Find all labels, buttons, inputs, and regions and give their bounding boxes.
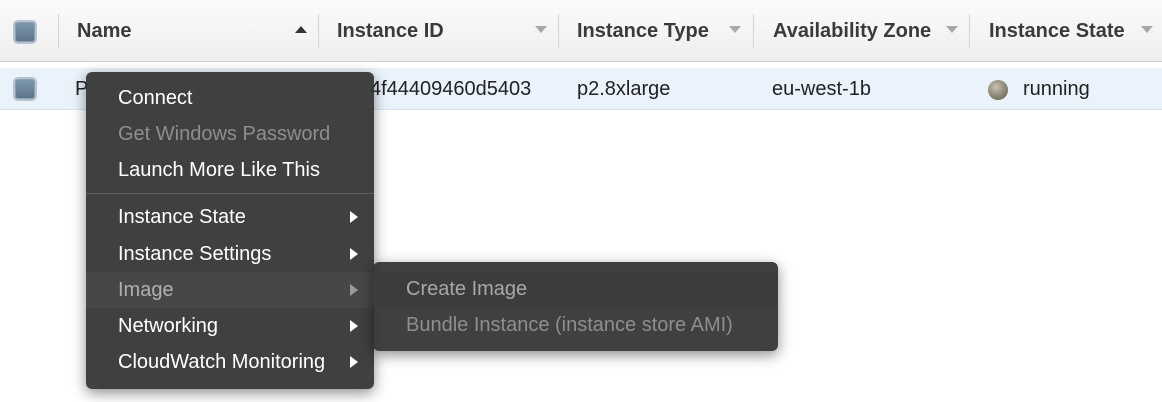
column-header-instance-state[interactable]: Instance State <box>989 0 1159 62</box>
menu-item-label: Networking <box>118 314 219 337</box>
column-resize-handle[interactable] <box>753 14 754 48</box>
menu-item-instance-state[interactable]: Instance State <box>86 199 374 235</box>
sort-menu-icon[interactable] <box>946 26 958 33</box>
menu-item-label: Connect <box>118 86 193 109</box>
cell-instance-type: p2.8xlarge <box>577 77 671 100</box>
column-header-label: Name <box>77 19 132 42</box>
sort-menu-icon[interactable] <box>729 26 741 33</box>
menu-item-label: CloudWatch Monitoring <box>118 350 326 373</box>
row-checkbox[interactable] <box>13 77 37 101</box>
submenu-arrow-icon <box>350 320 358 332</box>
submenu-item-bundle-instance[interactable]: Bundle Instance (instance store AMI) <box>373 307 778 343</box>
submenu-arrow-icon <box>350 248 358 260</box>
table-header: Name Instance ID Instance Type Availabil… <box>0 0 1162 62</box>
image-submenu: Create Image Bundle Instance (instance s… <box>373 262 778 351</box>
column-divider <box>58 14 59 48</box>
menu-item-networking[interactable]: Networking <box>86 308 374 344</box>
sort-ascending-icon[interactable] <box>295 26 307 33</box>
submenu-arrow-icon <box>350 284 358 296</box>
menu-item-instance-settings[interactable]: Instance Settings <box>86 236 374 272</box>
menu-item-launch-more-like-this[interactable]: Launch More Like This <box>86 152 374 188</box>
column-header-label: Instance Type <box>577 19 709 42</box>
menu-item-connect[interactable]: Connect <box>86 80 374 116</box>
column-header-name[interactable]: Name <box>77 0 317 62</box>
menu-item-cloudwatch-monitoring[interactable]: CloudWatch Monitoring <box>86 344 374 380</box>
submenu-arrow-icon <box>350 356 358 368</box>
context-menu: Connect Get Windows Password Launch More… <box>86 72 374 389</box>
cell-availability-zone: eu-west-1b <box>772 77 871 100</box>
sort-menu-icon[interactable] <box>1141 26 1153 33</box>
column-header-label: Instance ID <box>337 19 444 42</box>
column-resize-handle[interactable] <box>318 14 319 48</box>
select-all-checkbox[interactable] <box>13 20 37 44</box>
column-resize-handle[interactable] <box>558 14 559 48</box>
status-indicator-icon <box>988 80 1008 100</box>
menu-item-label: Get Windows Password <box>118 122 331 145</box>
column-resize-handle[interactable] <box>969 14 970 48</box>
menu-item-label: Launch More Like This <box>118 158 320 181</box>
cell-instance-id: 4f44409460d5403 <box>370 77 532 100</box>
column-header-label: Instance State <box>989 19 1125 42</box>
submenu-item-label: Bundle Instance (instance store AMI) <box>406 313 733 336</box>
menu-item-label: Instance State <box>118 205 246 228</box>
submenu-item-label: Create Image <box>406 277 528 300</box>
menu-item-label: Image <box>118 278 174 301</box>
submenu-arrow-icon <box>350 211 358 223</box>
menu-divider <box>86 193 374 194</box>
column-header-instance-id[interactable]: Instance ID <box>337 0 557 62</box>
cell-instance-state: running <box>1023 77 1090 100</box>
sort-menu-icon[interactable] <box>535 26 547 33</box>
submenu-item-create-image[interactable]: Create Image <box>373 271 778 307</box>
column-header-instance-type[interactable]: Instance Type <box>577 0 752 62</box>
column-header-availability-zone[interactable]: Availability Zone <box>773 0 968 62</box>
menu-item-get-windows-password: Get Windows Password <box>86 116 374 152</box>
column-header-label: Availability Zone <box>773 19 932 42</box>
menu-item-image[interactable]: Image <box>86 272 374 308</box>
menu-item-label: Instance Settings <box>118 242 272 265</box>
